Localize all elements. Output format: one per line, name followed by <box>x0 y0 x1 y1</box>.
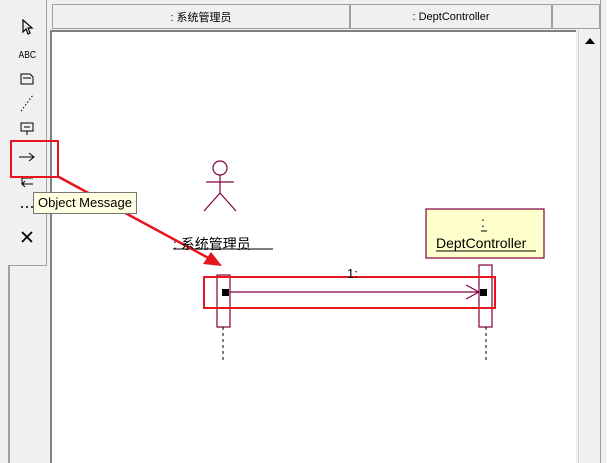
message-1-arrow[interactable] <box>230 284 481 300</box>
toolbar-highlight-box <box>10 140 59 178</box>
diagram-overlay <box>10 140 545 362</box>
message-end-handle[interactable] <box>480 289 487 296</box>
toolbar-tooltip: Object Message <box>33 192 137 214</box>
message-start-handle[interactable] <box>222 289 229 296</box>
actor-activation-bar[interactable] <box>216 274 231 328</box>
object-name-label: DeptController <box>436 235 527 251</box>
object-colon-label: : <box>481 214 485 230</box>
message-number-label: 1: <box>347 266 358 281</box>
actor-stick-figure-icon[interactable] <box>203 160 237 212</box>
actor-name-label: : 系统管理员 <box>173 236 251 252</box>
